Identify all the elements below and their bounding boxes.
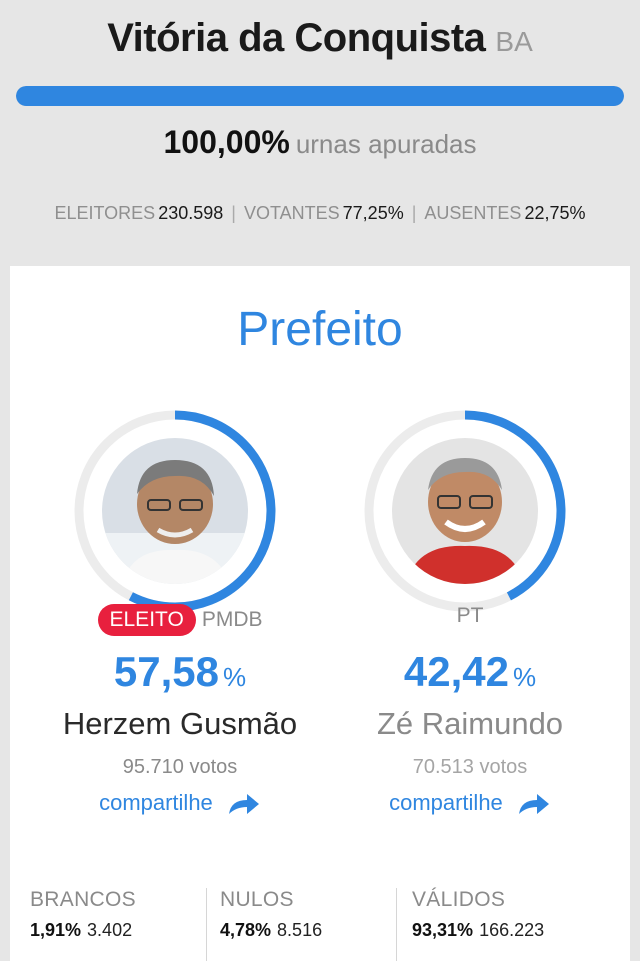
- turnout-stats: ELEITORES 230.598 | VOTANTES 77,25% | AUSENTES…: [0, 203, 640, 224]
- null-votes-percent: 4,78%: [220, 920, 272, 940]
- percent-sign: %: [222, 662, 247, 692]
- column-divider: [396, 888, 397, 961]
- vote-totals: BRANCOS 1,91% 3.402 NULOS 4,78% 8.516 VÁLI…: [10, 888, 630, 961]
- share-arrow-icon: [518, 794, 549, 815]
- blank-votes-percent: 1,91%: [30, 920, 82, 940]
- percent-value: 57,58: [113, 648, 219, 695]
- valid-votes-label: VÁLIDOS: [412, 888, 506, 911]
- voters-value: 230.598: [158, 203, 224, 223]
- blank-votes-count: 3.402: [87, 920, 133, 940]
- party-label: PT: [456, 604, 484, 627]
- candidate-card: PT 42,42% Zé Raimundo 70.513 votos compa…: [320, 406, 620, 816]
- ballots-counted-value: 100,00%: [163, 124, 290, 160]
- turnout-label: VOTANTES: [243, 203, 340, 223]
- candidate-card: ELEITO PMDB 57,58% Herzem Gusmão 95.710 v…: [30, 406, 330, 816]
- candidate-name: Herzem Gusmão: [62, 706, 298, 741]
- percent-value: 42,42: [403, 648, 509, 695]
- stat-separator: |: [231, 203, 236, 223]
- state-abbreviation: BA: [495, 26, 533, 57]
- share-label: compartilhe: [99, 790, 213, 815]
- counting-progress-bar: [16, 86, 624, 106]
- absent-value: 22,75%: [524, 203, 586, 223]
- city-name: Vitória da Conquista: [107, 16, 486, 60]
- valid-votes-count: 166.223: [479, 920, 545, 940]
- blank-votes: BRANCOS 1,91% 3.402: [30, 888, 136, 958]
- share-arrow-icon: [228, 794, 259, 815]
- valid-votes-percent: 93,31%: [412, 920, 474, 940]
- stat-separator: |: [411, 203, 417, 223]
- turnout-value: 77,25%: [342, 203, 404, 223]
- candidate-name: Zé Raimundo: [376, 706, 564, 741]
- absent-label: AUSENTES: [424, 203, 522, 223]
- candidate-photo: [392, 438, 538, 584]
- null-votes-count: 8.516: [277, 920, 323, 940]
- column-divider: [206, 888, 207, 961]
- null-votes: NULOS 4,78% 8.516: [220, 888, 322, 958]
- race-card: Prefeito ELEITO PMDB 57,58 % Herzem Gusm…: [10, 266, 630, 961]
- share-link[interactable]: compartilhe: [30, 790, 330, 816]
- vote-share-ring: [360, 406, 570, 616]
- location-title: Vitória da Conquista BA: [0, 16, 640, 61]
- blank-votes-label: BRANCOS: [30, 888, 136, 911]
- counting-progress-fill: [16, 86, 624, 106]
- vote-share-ring: [70, 406, 280, 616]
- share-label: compartilhe: [389, 790, 503, 815]
- portrait-image: [102, 438, 248, 584]
- ballots-counted-label: urnas apuradas: [295, 129, 477, 159]
- candidate-votes: 95.710 votos: [122, 756, 238, 778]
- null-votes-label: NULOS: [220, 888, 294, 911]
- share-link[interactable]: compartilhe: [320, 790, 620, 816]
- portrait-image: [392, 438, 538, 584]
- results-header: Vitória da Conquista BA 100,00% urnas apur…: [0, 0, 640, 262]
- elected-badge: ELEITO: [97, 604, 196, 636]
- voters-label: ELEITORES: [54, 203, 156, 223]
- ballots-counted: 100,00% urnas apuradas: [0, 124, 640, 161]
- party-label: PMDB: [201, 608, 263, 631]
- candidate-photo: [102, 438, 248, 584]
- candidate-votes: 70.513 votos: [412, 756, 528, 778]
- percent-sign: %: [512, 662, 537, 692]
- candidate-percent: 42,42%: [320, 648, 620, 696]
- candidate-percent: 57,58%: [30, 648, 330, 696]
- valid-votes: VÁLIDOS 93,31% 166.223: [412, 888, 544, 958]
- candidate-status-row: ELEITO PMDB: [30, 604, 330, 640]
- candidate-status-row: PT: [320, 604, 620, 640]
- office-title: Prefeito: [237, 303, 403, 356]
